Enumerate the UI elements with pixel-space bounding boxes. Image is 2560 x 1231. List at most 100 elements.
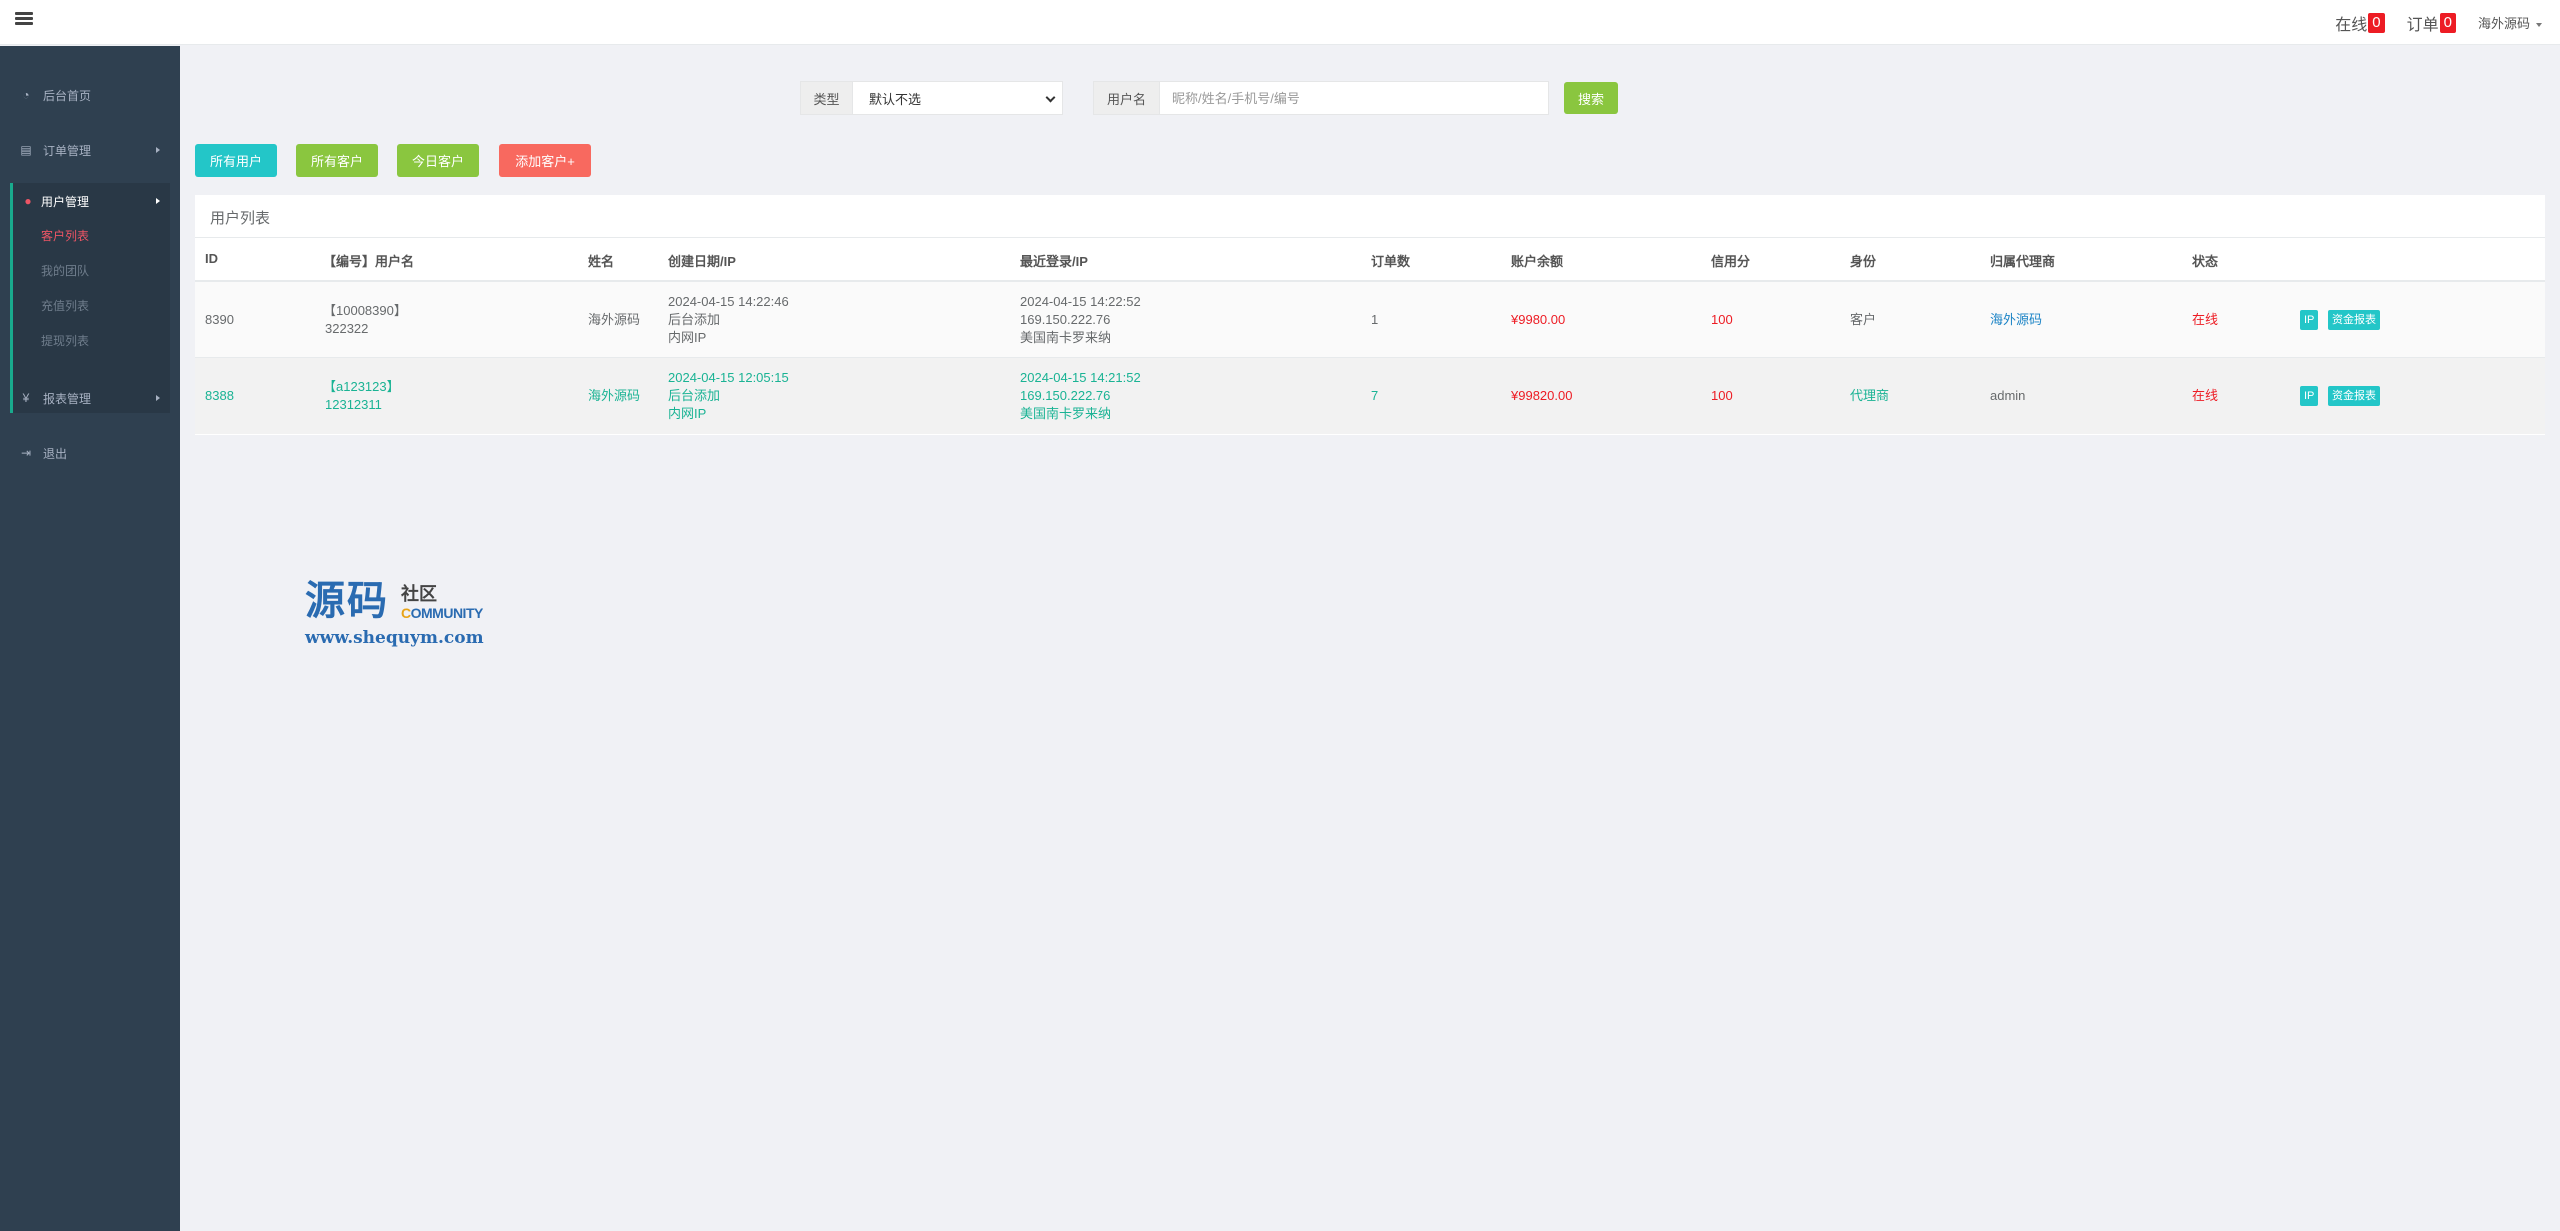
sidebar-item-label: 用户管理	[41, 194, 90, 209]
orders-count-badge: 0	[2439, 12, 2456, 33]
sidebar-item-users[interactable]: ● 用户管理	[13, 183, 170, 219]
watermark-community: COMMUNITY	[401, 605, 483, 621]
column-header-credit: 信用分	[1711, 254, 1751, 269]
orders-icon: ▤	[20, 143, 32, 157]
cell-code: 【10008390】	[323, 303, 407, 318]
cell-id: 8388	[205, 388, 234, 403]
username-search-input[interactable]	[1160, 82, 1548, 114]
column-header-role: 身份	[1850, 254, 1877, 269]
watermark-title: 源码	[305, 577, 389, 624]
chevron-right-icon	[156, 147, 160, 153]
divider	[195, 237, 2545, 238]
cell-created-date: 2024-04-15 14:22:46	[668, 294, 789, 309]
type-label: 类型	[801, 82, 853, 114]
column-header-created: 创建日期/IP	[668, 254, 736, 269]
cell-orders: 1	[1371, 312, 1379, 327]
user-dropdown[interactable]: 海外源码	[2478, 13, 2542, 32]
cell-name: 海外源码	[588, 312, 641, 327]
cell-login-date: 2024-04-15 14:21:52	[1020, 370, 1141, 385]
sidebar-item-label: 报表管理	[43, 391, 92, 406]
cell-created-source: 后台添加	[668, 312, 721, 327]
table-row[interactable]: 8388 【a123123】 12312311 海外源码 2024-04-15 …	[195, 358, 2545, 434]
cell-role: 代理商	[1850, 388, 1890, 403]
cell-created-source: 后台添加	[668, 388, 721, 403]
sidebar-item-logout[interactable]: ⇥ 退出	[0, 435, 180, 471]
sidebar-item-label: 后台首页	[43, 88, 92, 103]
cell-login-ip: 169.150.222.76	[1020, 388, 1111, 403]
sidebar-item-label: 订单管理	[43, 143, 92, 158]
type-select[interactable]: 默认不选	[853, 82, 1062, 114]
cell-balance: ¥9980.00	[1511, 312, 1566, 327]
sidebar-subitem-customer-list[interactable]: 客户列表	[13, 219, 170, 254]
orders-counter[interactable]: 订单 0	[2407, 11, 2456, 35]
watermark-community-initial: C	[401, 605, 411, 621]
column-header-orders: 订单数	[1371, 254, 1411, 269]
column-header-balance: 账户余额	[1511, 254, 1564, 269]
column-header-agent: 归属代理商	[1990, 254, 2056, 269]
cell-code: 【a123123】	[323, 379, 400, 394]
today-customers-button[interactable]: 今日客户	[397, 144, 479, 177]
user-list-panel: 用户列表 ID 【编号】用户名 姓名 创建日期/IP 最近登录/IP 订单数 账…	[195, 195, 2545, 435]
sidebar-item-label: 退出	[43, 446, 68, 461]
ip-button[interactable]: IP	[2300, 386, 2319, 406]
cell-login-ip: 169.150.222.76	[1020, 312, 1111, 327]
sidebar-item-orders[interactable]: ▤ 订单管理	[0, 132, 180, 168]
watermark-community-rest: OMMUNITY	[410, 605, 484, 621]
cell-orders: 7	[1371, 388, 1379, 403]
cell-login-location: 美国南卡罗来纳	[1020, 330, 1112, 345]
type-filter-group: 类型 默认不选	[800, 81, 1063, 115]
column-header-status: 状态	[2192, 254, 2219, 269]
cell-credit: 100	[1711, 312, 1733, 327]
sidebar: ◔ 后台首页 ▤ 订单管理 ● 用户管理 客户列表 我的团队 充值列表 提现列表…	[0, 46, 180, 1231]
cell-agent[interactable]: 海外源码	[1990, 311, 2042, 329]
add-customer-button[interactable]: 添加客户+	[499, 144, 591, 177]
panel-title: 用户列表	[210, 210, 271, 227]
watermark-logo: 源码 社区 COMMUNITY www.shequym.com	[305, 580, 515, 652]
watermark-url: www.shequym.com	[305, 628, 484, 648]
sidebar-subitem-withdraw-list[interactable]: 提现列表	[13, 324, 170, 359]
online-counter[interactable]: 在线 0	[2335, 11, 2385, 35]
cell-role: 客户	[1850, 312, 1877, 327]
top-navbar: 在线 0 订单 0 海外源码	[0, 0, 2560, 45]
chevron-right-icon	[156, 395, 160, 401]
cell-username: 322322	[325, 321, 369, 336]
cell-created-ip: 内网IP	[668, 406, 707, 421]
watermark-subtitle: 社区	[401, 584, 437, 604]
fund-report-button[interactable]: 资金报表	[2328, 310, 2380, 330]
column-header-name: 姓名	[588, 254, 615, 269]
status-badge: 在线	[2192, 388, 2219, 403]
logout-icon: ⇥	[20, 446, 32, 460]
chevron-right-icon	[156, 198, 160, 204]
cell-name: 海外源码	[588, 388, 641, 403]
user-icon: ●	[24, 194, 32, 208]
type-selected-value: 默认不选	[869, 91, 922, 107]
sidebar-item-reports[interactable]: ¥ 报表管理	[0, 380, 180, 416]
column-header-username: 【编号】用户名	[323, 254, 415, 269]
cell-login-date: 2024-04-15 14:22:52	[1020, 294, 1141, 309]
sidebar-subitem-my-team[interactable]: 我的团队	[13, 254, 170, 289]
username-label: 用户名	[1094, 82, 1160, 114]
column-header-id: ID	[205, 251, 218, 266]
sidebar-item-dashboard[interactable]: ◔ 后台首页	[0, 77, 180, 113]
cell-username: 12312311	[325, 397, 382, 412]
user-name: 海外源码	[2477, 16, 2530, 31]
cell-created-date: 2024-04-15 12:05:15	[668, 370, 789, 385]
search-button[interactable]: 搜索	[1564, 82, 1618, 114]
online-count-badge: 0	[2368, 12, 2385, 33]
caret-down-icon	[2536, 22, 2542, 27]
table-row[interactable]: 8390 【10008390】 322322 海外源码 2024-04-15 1…	[195, 282, 2545, 358]
yen-icon: ¥	[22, 391, 30, 405]
all-customers-button[interactable]: 所有客户	[296, 144, 378, 177]
top-right-area: 在线 0 订单 0 海外源码	[2335, 0, 2560, 45]
cell-agent: admin	[1990, 388, 2026, 403]
sidebar-subitem-recharge-list[interactable]: 充值列表	[13, 289, 170, 324]
all-users-button[interactable]: 所有用户	[195, 144, 277, 177]
cell-credit: 100	[1711, 388, 1733, 403]
ip-button[interactable]: IP	[2300, 310, 2319, 330]
fund-report-button[interactable]: 资金报表	[2328, 386, 2380, 406]
chevron-down-icon	[1045, 92, 1056, 103]
orders-label: 订单	[2406, 16, 2439, 34]
hamburger-menu-icon[interactable]	[14, 10, 34, 30]
status-badge: 在线	[2192, 312, 2219, 327]
sidebar-group-users: ● 用户管理 客户列表 我的团队 充值列表 提现列表	[10, 183, 170, 413]
